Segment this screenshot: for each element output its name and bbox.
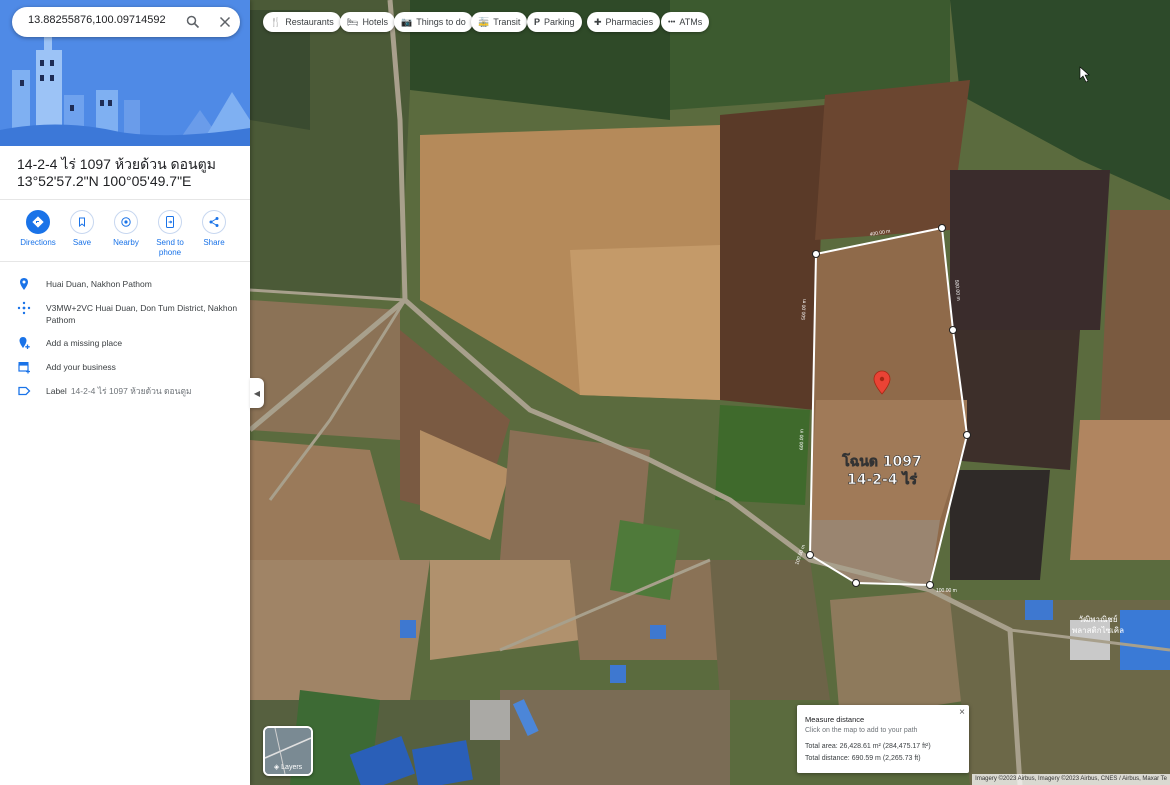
transit-icon: 🚋 — [478, 16, 490, 27]
bookmark-icon — [79, 217, 85, 227]
plot-label-area: 14-2-4 ไร่ — [847, 470, 918, 488]
measure-area: Total area: 26,428.61 m² (284,475.17 ft²… — [805, 743, 931, 750]
plus-code-text: V3MW+2VC Huai Duan, Don Tum District, Na… — [46, 303, 238, 325]
divider — [0, 199, 250, 200]
nearby-label: Nearby — [113, 238, 139, 247]
add-business-text: Add your business — [46, 362, 116, 372]
search-icon[interactable] — [186, 15, 200, 29]
label-text: Label 14-2-4 ไร่ 1097 ห้วยด้วน ดอนตูม — [46, 385, 241, 397]
chip-label: Parking — [544, 17, 575, 27]
send-to-phone-button[interactable]: Send to phone — [147, 210, 193, 258]
measure-title: Measure distance — [805, 715, 865, 724]
location-text: Huai Duan, Nakhon Pathom — [46, 279, 152, 289]
restaurant-icon: 🍴 — [270, 16, 282, 27]
layers-label-row: ◈ Layers — [265, 763, 311, 771]
chip-hotels[interactable]: 🛏 Hotels — [340, 12, 395, 32]
nearby-button[interactable]: Nearby — [103, 210, 149, 248]
camera-icon: 📷 — [401, 16, 413, 27]
measure-hint: Click on the map to add to your path — [805, 727, 918, 734]
close-icon[interactable]: × — [959, 707, 965, 718]
chip-label: Things to do — [416, 17, 466, 27]
chip-things-to-do[interactable]: 📷 Things to do — [394, 12, 473, 32]
parking-icon: P — [534, 17, 541, 27]
action-bar: Directions Save Nearby Send to phone Sha… — [12, 210, 242, 258]
directions-button[interactable]: Directions — [15, 210, 61, 248]
village-label: วัฒิพาณิชย์ — [1078, 614, 1117, 624]
place-coordinates: 13°52'57.2"N 100°05'49.7"E — [17, 173, 192, 189]
chip-transit[interactable]: 🚋 Transit — [471, 12, 528, 32]
chip-restaurants[interactable]: 🍴 Restaurants — [263, 12, 341, 32]
edge-label: 100.00 m — [936, 588, 957, 594]
divider — [0, 261, 250, 262]
chip-label: Hotels — [362, 17, 388, 27]
edge-label: 600.00 m — [799, 429, 805, 450]
search-input[interactable] — [26, 13, 190, 27]
chip-label: Transit — [493, 17, 521, 27]
send-to-phone-icon — [166, 216, 174, 228]
atm-icon: ••• — [668, 18, 676, 26]
share-icon — [209, 217, 219, 227]
nearby-icon — [121, 217, 131, 227]
chip-label: Pharmacies — [605, 17, 654, 27]
directions-icon — [32, 216, 44, 228]
plus-code-icon — [17, 301, 31, 315]
label-title: Label — [46, 386, 67, 396]
share-label: Share — [203, 238, 225, 247]
edge-label: 500.00 m — [801, 299, 808, 320]
collapse-sidebar-button[interactable]: ◀ — [250, 378, 264, 408]
label-value: 14-2-4 ไร่ 1097 ห้วยด้วน ดอนตูม — [70, 386, 192, 396]
business-icon — [17, 360, 31, 374]
satellite-map[interactable]: 400.00 m 500.00 m 600.00 m 500.00 m 100.… — [250, 0, 1170, 785]
chip-atms[interactable]: ••• ATMs — [661, 12, 710, 32]
add-place-text: Add a missing place — [46, 338, 123, 348]
layers-label: Layers — [281, 764, 303, 771]
layers-button[interactable]: ◈ Layers — [263, 726, 313, 776]
place-header: 14-2-4 ไร่ 1097 ห้วยด้วน ดอนตูม 13°52'57… — [17, 156, 242, 190]
chip-label: ATMs — [679, 17, 703, 27]
close-icon[interactable] — [218, 15, 232, 29]
send-to-phone-label: Send to phone — [156, 238, 184, 257]
plot-label-deed: โฉนด 1097 — [841, 452, 922, 470]
save-button[interactable]: Save — [59, 210, 105, 248]
measure-distance-panel: Measure distance Click on the map to add… — [797, 705, 969, 773]
chip-pharmacies[interactable]: ✚ Pharmacies — [587, 12, 661, 32]
place-title: 14-2-4 ไร่ 1097 ห้วยด้วน ดอนตูม — [17, 156, 216, 172]
search-box — [12, 7, 240, 37]
hotel-icon: 🛏 — [347, 16, 359, 27]
place-sidebar: 14-2-4 ไร่ 1097 ห้วยด้วน ดอนตูม 13°52'57… — [0, 0, 250, 785]
location-pin-icon — [17, 277, 31, 291]
add-location-icon — [17, 336, 31, 350]
chip-label: Restaurants — [285, 17, 334, 27]
measure-distance: Total distance: 690.59 m (2,265.73 ft) — [805, 755, 921, 762]
village-label: พลาสติกไซเคิล — [1072, 626, 1124, 635]
chevron-left-icon: ◀ — [253, 388, 261, 398]
chip-parking[interactable]: P Parking — [527, 12, 582, 32]
save-label: Save — [72, 238, 92, 247]
share-button[interactable]: Share — [191, 210, 237, 248]
pharmacy-icon: ✚ — [594, 16, 602, 27]
label-icon — [17, 384, 31, 398]
imagery-credit[interactable]: Imagery ©2023 Airbus, Imagery ©2023 Airb… — [972, 774, 1170, 785]
directions-label: Directions — [20, 238, 56, 247]
